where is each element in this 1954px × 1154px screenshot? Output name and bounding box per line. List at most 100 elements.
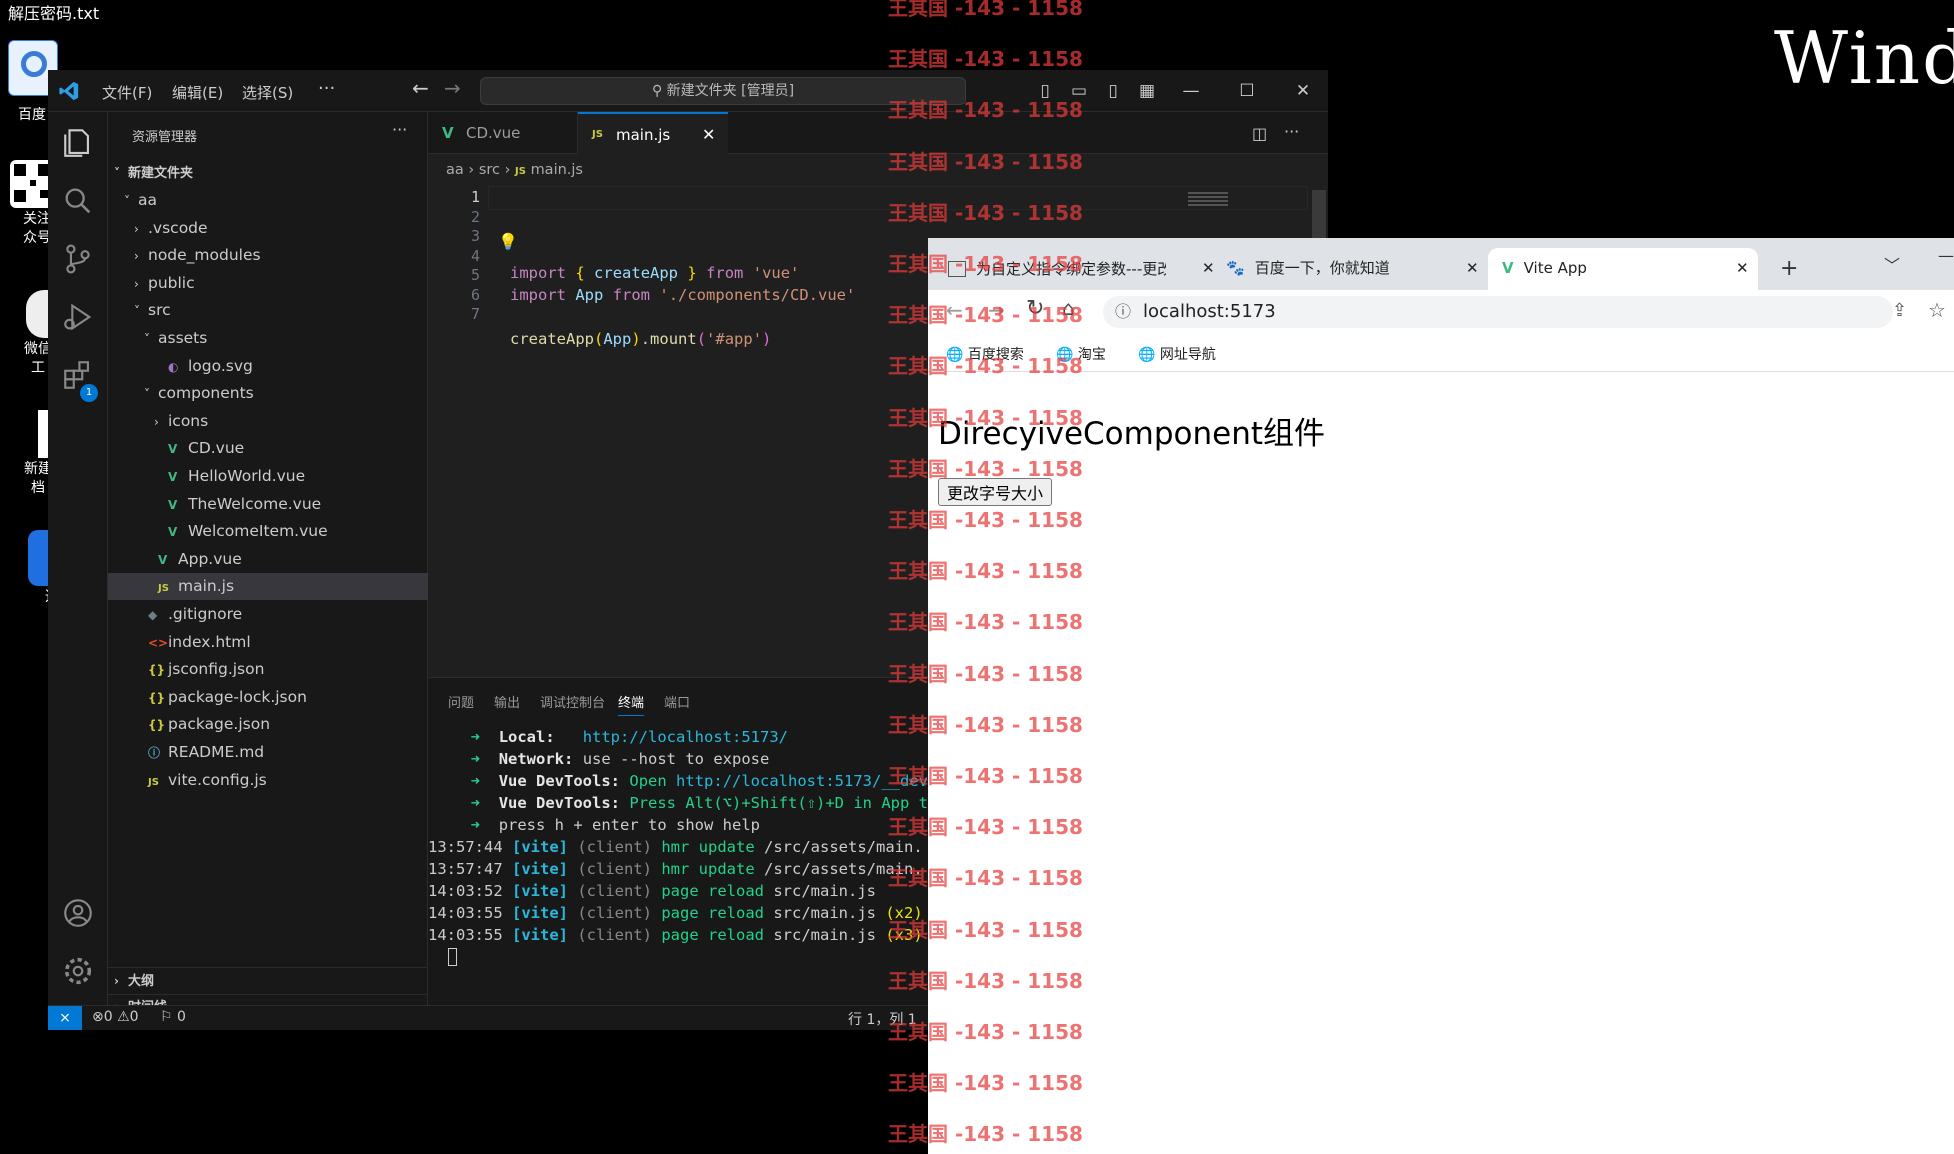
tree-item[interactable]: ˅ src [108, 297, 428, 324]
bookmark-star-icon[interactable]: ☆ [1928, 298, 1946, 322]
tree-item[interactable]: V CD.vue [108, 435, 428, 462]
tree-item[interactable]: › icons [108, 408, 428, 435]
menu-selection[interactable]: 选择(S) [242, 82, 293, 103]
ports-indicator[interactable]: ⚐ 0 [160, 1009, 186, 1025]
terminal-cursor[interactable] [448, 948, 457, 966]
tab-close-icon[interactable]: ✕ [702, 114, 715, 156]
terminal-devtools2-line[interactable]: ➜ Vue DevTools: Press Alt(⌥)+Shift(⇧)+D … [452, 792, 938, 814]
tree-item[interactable]: ˅ aa [108, 187, 428, 214]
remote-indicator-icon[interactable]: ⨯ [48, 1006, 82, 1030]
tab-close-icon[interactable]: ✕ [1736, 248, 1749, 288]
browser-tab-2[interactable]: 🐾 百度一下，你就知道 ✕ [1226, 248, 1482, 290]
bookmark-baidu-search[interactable]: 🌐 百度搜索 [946, 344, 1024, 364]
tree-item[interactable]: V App.vue [108, 546, 428, 573]
toggle-secondary-sidebar-icon[interactable]: ▯ [1100, 78, 1126, 104]
change-font-size-button[interactable]: 更改字号大小 [938, 478, 1053, 506]
close-icon[interactable]: ✕ [1290, 78, 1316, 104]
terminal-log-line[interactable]: 14:03:55 [vite] (client) page reload src… [428, 902, 923, 924]
tree-root-folder[interactable]: ˅ 新建文件夹 [108, 160, 428, 187]
terminal-devtools-line[interactable]: ➜ Vue DevTools: Open http://localhost:51… [452, 770, 947, 792]
menu-edit[interactable]: 编辑(E) [172, 82, 223, 103]
customize-layout-icon[interactable]: ▦ [1134, 78, 1160, 104]
reload-icon[interactable]: ↻ [1026, 296, 1044, 321]
back-icon[interactable]: ← [946, 298, 963, 322]
desktop-file-label[interactable]: 解压密码.txt [8, 0, 99, 24]
menu-more[interactable]: ··· [318, 78, 335, 99]
browser-tab-vite-app[interactable]: V Vite App ✕ [1488, 248, 1758, 290]
explorer-more-icon[interactable]: ··· [392, 120, 407, 139]
menu-file[interactable]: 文件(F) [102, 82, 152, 103]
new-tab-icon[interactable]: + [1780, 256, 1798, 281]
maximize-icon[interactable]: ☐ [1234, 78, 1260, 104]
explorer-icon[interactable] [61, 126, 95, 160]
tree-item[interactable]: {} package.json [108, 711, 428, 738]
tree-item[interactable]: › .vscode [108, 215, 428, 242]
search-icon[interactable] [61, 184, 95, 218]
command-center-search[interactable]: ⚲ 新建文件夹 [管理员] [480, 77, 966, 105]
editor-more-icon[interactable]: ··· [1284, 122, 1299, 141]
bookmark-url-nav[interactable]: 🌐 网址导航 [1138, 344, 1216, 364]
tree-item[interactable]: JS vite.config.js [108, 767, 428, 794]
toggle-primary-sidebar-icon[interactable]: ▯ [1032, 78, 1058, 104]
tab-list-chevron-icon[interactable]: ﹀ [1884, 252, 1900, 276]
breadcrumb-src[interactable]: src [479, 162, 500, 178]
tree-item[interactable]: <>index.html [108, 629, 428, 656]
panel-tab-ports[interactable]: 端口 [664, 692, 690, 711]
tree-item[interactable]: V TheWelcome.vue [108, 491, 428, 518]
minimap[interactable] [1188, 192, 1228, 208]
tab-cd-vue[interactable]: V CD.vue [428, 112, 578, 154]
cursor-position[interactable]: 行 1，列 1 [848, 1009, 917, 1029]
source-control-icon[interactable] [61, 242, 95, 276]
tree-item[interactable]: {} jsconfig.json [108, 656, 428, 683]
panel-tab-terminal[interactable]: 终端 [618, 692, 645, 716]
tree-item[interactable]: V HelloWorld.vue [108, 463, 428, 490]
split-editor-icon[interactable]: ◫ [1252, 124, 1267, 143]
forward-icon[interactable]: → [988, 298, 1005, 322]
terminal-help-line[interactable]: ➜ press h + enter to show help [452, 814, 760, 836]
tree-item[interactable]: JS main.js [108, 573, 428, 601]
tab-close-icon[interactable]: ✕ [1202, 248, 1215, 288]
tree-item[interactable]: ◐ logo.svg [108, 353, 428, 380]
terminal-log-line[interactable]: 13:57:47 [vite] (client) hmr update /src… [428, 858, 932, 880]
tree-item[interactable]: ◆ .gitignore [108, 601, 428, 628]
outline-section[interactable]: › 大纲 [108, 967, 428, 994]
home-icon[interactable]: ⌂ [1062, 296, 1075, 320]
terminal-local-line[interactable]: ➜ Local: http://localhost:5173/ [452, 726, 788, 748]
code-line-3[interactable]: import { createApp } from 'vue' [510, 264, 799, 282]
minimize-icon[interactable]: — [1938, 246, 1954, 265]
panel-tab-output[interactable]: 输出 [494, 692, 520, 711]
toggle-panel-icon[interactable]: ▭ [1066, 78, 1092, 104]
code-line-6[interactable]: createApp(App).mount('#app') [510, 330, 771, 348]
nav-back-icon[interactable]: ← [412, 76, 429, 100]
breadcrumb-main-js[interactable]: main.js [531, 162, 583, 178]
run-debug-icon[interactable] [61, 300, 95, 334]
timeline-section[interactable]: ›时间线 [108, 994, 428, 1015]
problems-indicator[interactable]: ⊗0 ⚠0 [92, 1009, 139, 1025]
tree-item[interactable]: ⓘ README.md [108, 739, 428, 766]
tab-main-js[interactable]: JS main.js ✕ [578, 112, 728, 155]
tab-close-icon[interactable]: ✕ [1466, 248, 1479, 288]
terminal-log-line[interactable]: 13:57:44 [vite] (client) hmr update /src… [428, 836, 932, 858]
terminal-log-line[interactable]: 14:03:52 [vite] (client) page reload src… [428, 880, 885, 902]
address-bar[interactable]: ⓘ localhost:5173 [1103, 296, 1893, 328]
breadcrumb-aa[interactable]: aa [446, 162, 464, 178]
gear-icon[interactable] [61, 954, 95, 988]
panel-tab-problems[interactable]: 问题 [448, 692, 474, 711]
share-icon[interactable]: ⇪ [1892, 300, 1907, 321]
tree-item[interactable]: {} package-lock.json [108, 684, 428, 711]
nav-forward-icon[interactable]: → [444, 76, 461, 100]
lightbulb-icon[interactable]: 💡 [498, 232, 518, 251]
bookmark-taobao[interactable]: 🌐 淘宝 [1056, 344, 1106, 364]
browser-tab-1[interactable]: 为自定义指令绑定参数---更改 ✕ [948, 248, 1218, 290]
code-line-4[interactable]: import App from './components/CD.vue' [510, 286, 855, 304]
tree-item[interactable]: V WelcomeItem.vue [108, 518, 428, 545]
panel-tab-debug-console[interactable]: 调试控制台 [540, 692, 605, 711]
tree-item[interactable]: ˅ components [108, 380, 428, 407]
tree-item[interactable]: › public [108, 270, 428, 297]
terminal-network-line[interactable]: ➜ Network: use --host to expose [452, 748, 770, 770]
tree-item[interactable]: ˅ assets [108, 325, 428, 352]
minimize-icon[interactable]: — [1178, 78, 1204, 104]
terminal-log-line[interactable]: 14:03:55 [vite] (client) page reload src… [428, 924, 923, 946]
accounts-icon[interactable] [61, 896, 95, 930]
tree-item[interactable]: › node_modules [108, 242, 428, 269]
